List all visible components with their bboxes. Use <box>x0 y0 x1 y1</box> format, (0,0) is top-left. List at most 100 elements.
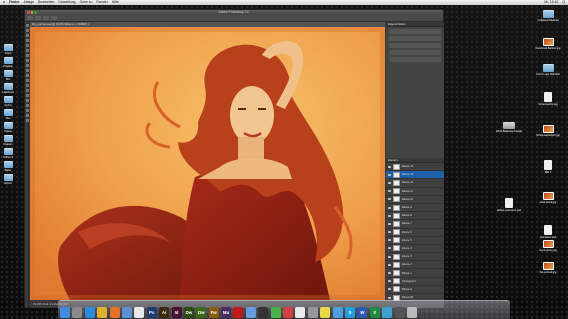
image-canvas[interactable] <box>30 27 385 300</box>
tool-button-icon[interactable] <box>25 84 29 87</box>
layer-row[interactable]: Ebene 4 <box>386 245 444 254</box>
visibility-eye-icon[interactable] <box>388 222 391 225</box>
app-icon-3[interactable] <box>307 307 318 318</box>
word-icon[interactable]: W <box>357 307 368 318</box>
apple-menu-icon[interactable]: ● <box>3 0 5 5</box>
tool-button-icon[interactable] <box>25 104 29 107</box>
visibility-eye-icon[interactable] <box>388 263 391 266</box>
desktop-file-icon[interactable]: pixel-stock.jpg <box>535 192 561 204</box>
tool-button-icon[interactable] <box>25 119 29 122</box>
spotlight-icon[interactable]: Q <box>562 0 565 5</box>
illustrator-icon[interactable]: Ai <box>159 307 170 318</box>
visibility-eye-icon[interactable] <box>388 198 391 201</box>
tool-button-icon[interactable] <box>25 114 29 117</box>
indesign-icon[interactable]: Id <box>171 307 182 318</box>
option-button-3[interactable] <box>51 16 57 20</box>
visibility-eye-icon[interactable] <box>388 280 391 283</box>
desktop-file-icon[interactable]: Facebook-Banner.jpg <box>535 38 561 50</box>
layer-row[interactable]: Ebene 13 <box>386 171 444 180</box>
layer-row[interactable]: Ebene 7 <box>386 220 444 229</box>
firefox-icon[interactable] <box>109 307 120 318</box>
app-icon-7[interactable] <box>394 307 405 318</box>
layer-row[interactable]: Ebene 2 <box>386 261 444 270</box>
visibility-eye-icon[interactable] <box>388 247 391 250</box>
finder-icon[interactable] <box>60 307 70 318</box>
clock[interactable]: Mi. 16:42 <box>544 0 558 5</box>
app-icon-2[interactable] <box>295 307 306 318</box>
app-icon-5[interactable] <box>332 307 343 318</box>
zoom-button-icon[interactable] <box>34 11 37 14</box>
window-titlebar[interactable]: Adobe Photoshop CC <box>25 10 443 15</box>
tool-button-icon[interactable] <box>25 44 29 47</box>
visibility-eye-icon[interactable] <box>388 165 391 168</box>
desktop-folder-icon[interactable]: Neu <box>1 109 15 120</box>
visibility-eye-icon[interactable] <box>388 272 391 275</box>
tool-button-icon[interactable] <box>25 24 29 27</box>
desktop-file-icon[interactable]: Scheinwerferlicht.jpg <box>535 125 561 137</box>
tool-button-icon[interactable] <box>25 54 29 57</box>
desktop-file-icon[interactable]: Bild 1 <box>535 160 561 174</box>
menu-item-darstellung[interactable]: Darstellung <box>58 0 75 5</box>
itunes-icon[interactable] <box>245 307 256 318</box>
tool-button-icon[interactable] <box>25 49 29 52</box>
menu-item-ablage[interactable]: Ablage <box>23 0 34 5</box>
menu-item-fenster[interactable]: Fenster <box>96 0 108 5</box>
desktop-file-icon[interactable]: fire-portrait.jpg <box>535 262 561 274</box>
desktop-folder-icon[interactable]: Archiv <box>1 96 15 107</box>
visibility-eye-icon[interactable] <box>388 255 391 258</box>
visibility-eye-icon[interactable] <box>388 181 391 184</box>
desktop-folder-icon[interactable]: Ordner 2 <box>1 148 15 159</box>
tool-button-icon[interactable] <box>25 39 29 42</box>
layer-row[interactable]: Ebene 6 <box>386 229 444 237</box>
visibility-eye-icon[interactable] <box>388 190 391 193</box>
launchpad-icon[interactable] <box>72 307 83 318</box>
layer-row[interactable]: Ebene 3 <box>386 253 444 262</box>
close-button-icon[interactable] <box>27 11 30 14</box>
safari-icon[interactable] <box>84 307 95 318</box>
layer-row[interactable]: Ebene 14 <box>386 163 444 172</box>
visibility-eye-icon[interactable] <box>388 296 391 299</box>
layer-row[interactable]: Ebene 10 <box>386 196 444 204</box>
calendar-icon[interactable] <box>134 307 145 318</box>
tool-button-icon[interactable] <box>25 99 29 102</box>
layer-row[interactable]: Hintergrund <box>386 278 444 286</box>
menu-item-bearbeiten[interactable]: Bearbeiten <box>38 0 54 5</box>
layer-row[interactable]: Ebene 0 <box>386 286 444 294</box>
desktop-folder-icon[interactable]: Bilder <box>1 161 15 172</box>
desktop-folder-icon[interactable]: Ordner <box>1 122 15 133</box>
option-button-1[interactable] <box>35 16 41 20</box>
desktop-file-icon[interactable]: animation.psd <box>535 225 561 239</box>
tool-button-icon[interactable] <box>25 74 29 77</box>
minimize-button-icon[interactable] <box>30 11 34 14</box>
tool-button-icon[interactable] <box>25 69 29 72</box>
layer-row[interactable]: Ebene 12 <box>386 179 444 188</box>
visibility-eye-icon[interactable] <box>388 206 391 209</box>
layer-row[interactable]: Ebene 5 <box>386 237 444 245</box>
desktop-file-icon[interactable]: Scheinwerfer.jpg <box>535 92 561 106</box>
muse-icon[interactable]: Mu <box>221 307 232 318</box>
messages-icon[interactable] <box>270 307 281 318</box>
menu-item-hilfe[interactable]: Hilfe <box>112 0 119 5</box>
visibility-eye-icon[interactable] <box>388 231 391 234</box>
fireworks-icon[interactable]: Fw <box>208 307 219 318</box>
tool-preset-button[interactable] <box>27 16 33 20</box>
excel-icon[interactable]: X <box>369 307 380 318</box>
desktop-folder-icon[interactable]: Fotos <box>1 44 15 55</box>
tool-button-icon[interactable] <box>25 59 29 62</box>
tool-button-icon[interactable] <box>25 34 29 37</box>
music-icon[interactable] <box>258 307 269 318</box>
desktop-file-icon[interactable]: Work Backstep Festplatte <box>496 122 522 133</box>
app-icon-4[interactable] <box>320 307 331 318</box>
trash-icon[interactable] <box>406 307 417 318</box>
desktop-folder-icon[interactable]: Lakehurst <box>1 83 15 94</box>
layer-row[interactable]: Ebene 8 <box>386 212 444 221</box>
mail-icon[interactable] <box>121 307 132 318</box>
chrome-icon[interactable] <box>97 307 108 318</box>
tool-button-icon[interactable] <box>25 64 29 67</box>
desktop-file-icon[interactable]: Collateral Material <box>535 10 561 22</box>
property-row[interactable] <box>389 36 441 41</box>
photoshop-icon[interactable]: Ps <box>146 307 157 318</box>
app-icon-6[interactable] <box>382 307 393 318</box>
desktop-folder-icon[interactable]: Projekte <box>1 57 15 68</box>
desktop-file-icon[interactable]: adobe-extension.psd <box>496 198 522 212</box>
